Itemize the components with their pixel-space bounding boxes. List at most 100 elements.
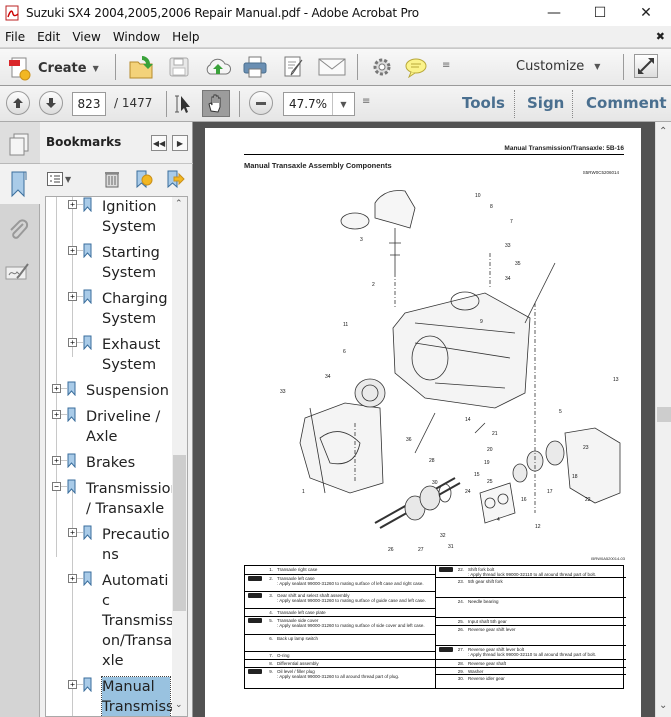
menu-bar: File Edit View Window Help ✖	[0, 26, 671, 48]
previous-page-button[interactable]	[6, 91, 30, 115]
cloud-upload-button[interactable]	[204, 56, 232, 81]
bookmark-label: Starting System	[102, 245, 160, 281]
document-viewport[interactable]: Manual Transmission/Transaxle: 5B-16 Man…	[193, 122, 655, 717]
trash-icon	[105, 172, 119, 188]
expand-icon[interactable]: +	[68, 574, 77, 583]
page-thumbnails-button[interactable]	[0, 122, 40, 164]
comment-button[interactable]	[404, 56, 428, 81]
cloud-upload-icon	[206, 58, 232, 75]
svg-text:5: 5	[559, 409, 562, 415]
settings-button[interactable]	[371, 56, 393, 81]
svg-text:6: 6	[343, 349, 346, 355]
maximize-button[interactable]: ☐	[577, 0, 623, 26]
menu-help[interactable]: Help	[167, 30, 206, 44]
scrollbar-thumb[interactable]	[657, 407, 671, 422]
customize-label: Customize	[516, 59, 585, 74]
text-select-cursor-icon	[175, 95, 190, 113]
customize-button[interactable]: Customize ▼	[516, 59, 600, 74]
bookmark-arrow-icon	[167, 170, 185, 189]
bookmark-icon	[83, 571, 92, 586]
page-total: / 1477	[114, 96, 153, 110]
chevron-down-icon: ▼	[594, 62, 601, 71]
close-button[interactable]: ✕	[623, 0, 669, 26]
expand-icon[interactable]: +	[52, 384, 61, 393]
scroll-down-icon[interactable]: ⌄	[659, 700, 667, 711]
svg-text:9: 9	[480, 319, 483, 325]
next-panel-button[interactable]: ▶	[172, 135, 188, 151]
scrollbar-thumb[interactable]	[173, 455, 186, 611]
sealant-badge-icon	[248, 576, 262, 581]
bookmark-label: Charging System	[102, 291, 168, 327]
expand-icon[interactable]: +	[68, 680, 77, 689]
attachments-tab-button[interactable]	[6, 218, 30, 245]
options-list-icon	[47, 172, 63, 186]
email-icon	[318, 58, 346, 76]
expand-button[interactable]	[634, 54, 658, 78]
edit-document-icon	[284, 56, 303, 77]
expand-icon[interactable]: +	[52, 410, 61, 419]
overflow-icon[interactable]: ≡	[442, 60, 450, 71]
zoom-level-select[interactable]: 47.7% ▼	[283, 92, 355, 116]
bookmarks-scrollbar[interactable]: ⌃ ⌄	[172, 197, 187, 716]
chevron-down-icon: ▼	[65, 174, 72, 184]
minimize-button[interactable]: —	[531, 0, 577, 26]
expand-icon[interactable]: +	[68, 528, 77, 537]
menu-edit[interactable]: Edit	[32, 30, 67, 44]
sign-pane-button[interactable]: Sign	[527, 94, 564, 112]
scroll-down-icon[interactable]: ⌄	[175, 700, 183, 710]
menu-file[interactable]: File	[0, 30, 32, 44]
bookmark-options-button[interactable]: ▼	[47, 172, 71, 186]
collapse-panel-button[interactable]: ◀◀	[151, 135, 167, 151]
edit-document-button[interactable]	[282, 55, 306, 82]
scroll-up-icon[interactable]: ⌃	[175, 199, 183, 209]
zoom-level-value[interactable]: 47.7%	[284, 93, 332, 115]
svg-text:10: 10	[475, 193, 481, 199]
open-button[interactable]	[128, 54, 156, 83]
tools-pane-button[interactable]: Tools	[462, 94, 505, 112]
overflow-icon[interactable]: ≡	[362, 96, 370, 107]
next-page-button[interactable]	[39, 91, 63, 115]
arrow-up-icon	[13, 98, 23, 108]
expand-icon[interactable]: +	[68, 200, 77, 209]
save-button[interactable]	[168, 56, 190, 81]
svg-text:19: 19	[484, 460, 490, 466]
comment-pane-button[interactable]: Comment	[586, 94, 667, 112]
menu-view[interactable]: View	[67, 30, 107, 44]
expand-icon[interactable]: +	[52, 456, 61, 465]
new-bookmark-button[interactable]	[134, 169, 154, 192]
svg-text:14: 14	[465, 417, 471, 423]
create-label: Create	[38, 60, 87, 76]
document-scrollbar[interactable]: ⌃ ⌄	[655, 122, 671, 717]
page-number-input[interactable]: 823	[72, 92, 106, 116]
expand-icon[interactable]: +	[68, 338, 77, 347]
close-document-icon[interactable]: ✖	[656, 30, 665, 43]
delete-bookmark-button[interactable]	[104, 170, 120, 191]
bookmarks-tab-button[interactable]	[0, 164, 40, 204]
hand-tool-button[interactable]	[202, 90, 230, 117]
zoom-out-button[interactable]	[249, 91, 273, 115]
section-title: Manual Transaxle Assembly Components	[244, 161, 392, 170]
scroll-up-icon[interactable]: ⌃	[659, 126, 667, 137]
select-tool-button[interactable]	[172, 93, 194, 118]
svg-text:33: 33	[280, 389, 286, 395]
create-button[interactable]: Create ▼	[8, 55, 99, 81]
save-icon	[169, 57, 189, 77]
bookmark-icon	[83, 197, 92, 212]
email-button[interactable]	[318, 57, 346, 80]
bookmarks-title: Bookmarks	[46, 135, 122, 149]
exploded-diagram: 1087 33335 34211 9634 331314 53621 20 231…	[280, 190, 621, 553]
expand-icon[interactable]: +	[68, 246, 77, 255]
svg-text:20: 20	[487, 447, 493, 453]
svg-text:1: 1	[302, 489, 305, 495]
svg-text:8: 8	[490, 204, 493, 210]
collapse-icon[interactable]: −	[52, 482, 61, 491]
bookmark-label: Transmission / Transaxle	[86, 481, 180, 517]
signatures-tab-button[interactable]	[5, 262, 31, 285]
expand-icon[interactable]: +	[68, 292, 77, 301]
chevron-down-icon[interactable]: ▼	[332, 93, 354, 115]
menu-window[interactable]: Window	[108, 30, 167, 44]
figure-id: I5RW0A520014-03	[591, 556, 625, 561]
print-button[interactable]	[242, 55, 268, 82]
svg-text:18: 18	[572, 474, 578, 480]
go-to-bookmark-button[interactable]	[165, 169, 185, 192]
